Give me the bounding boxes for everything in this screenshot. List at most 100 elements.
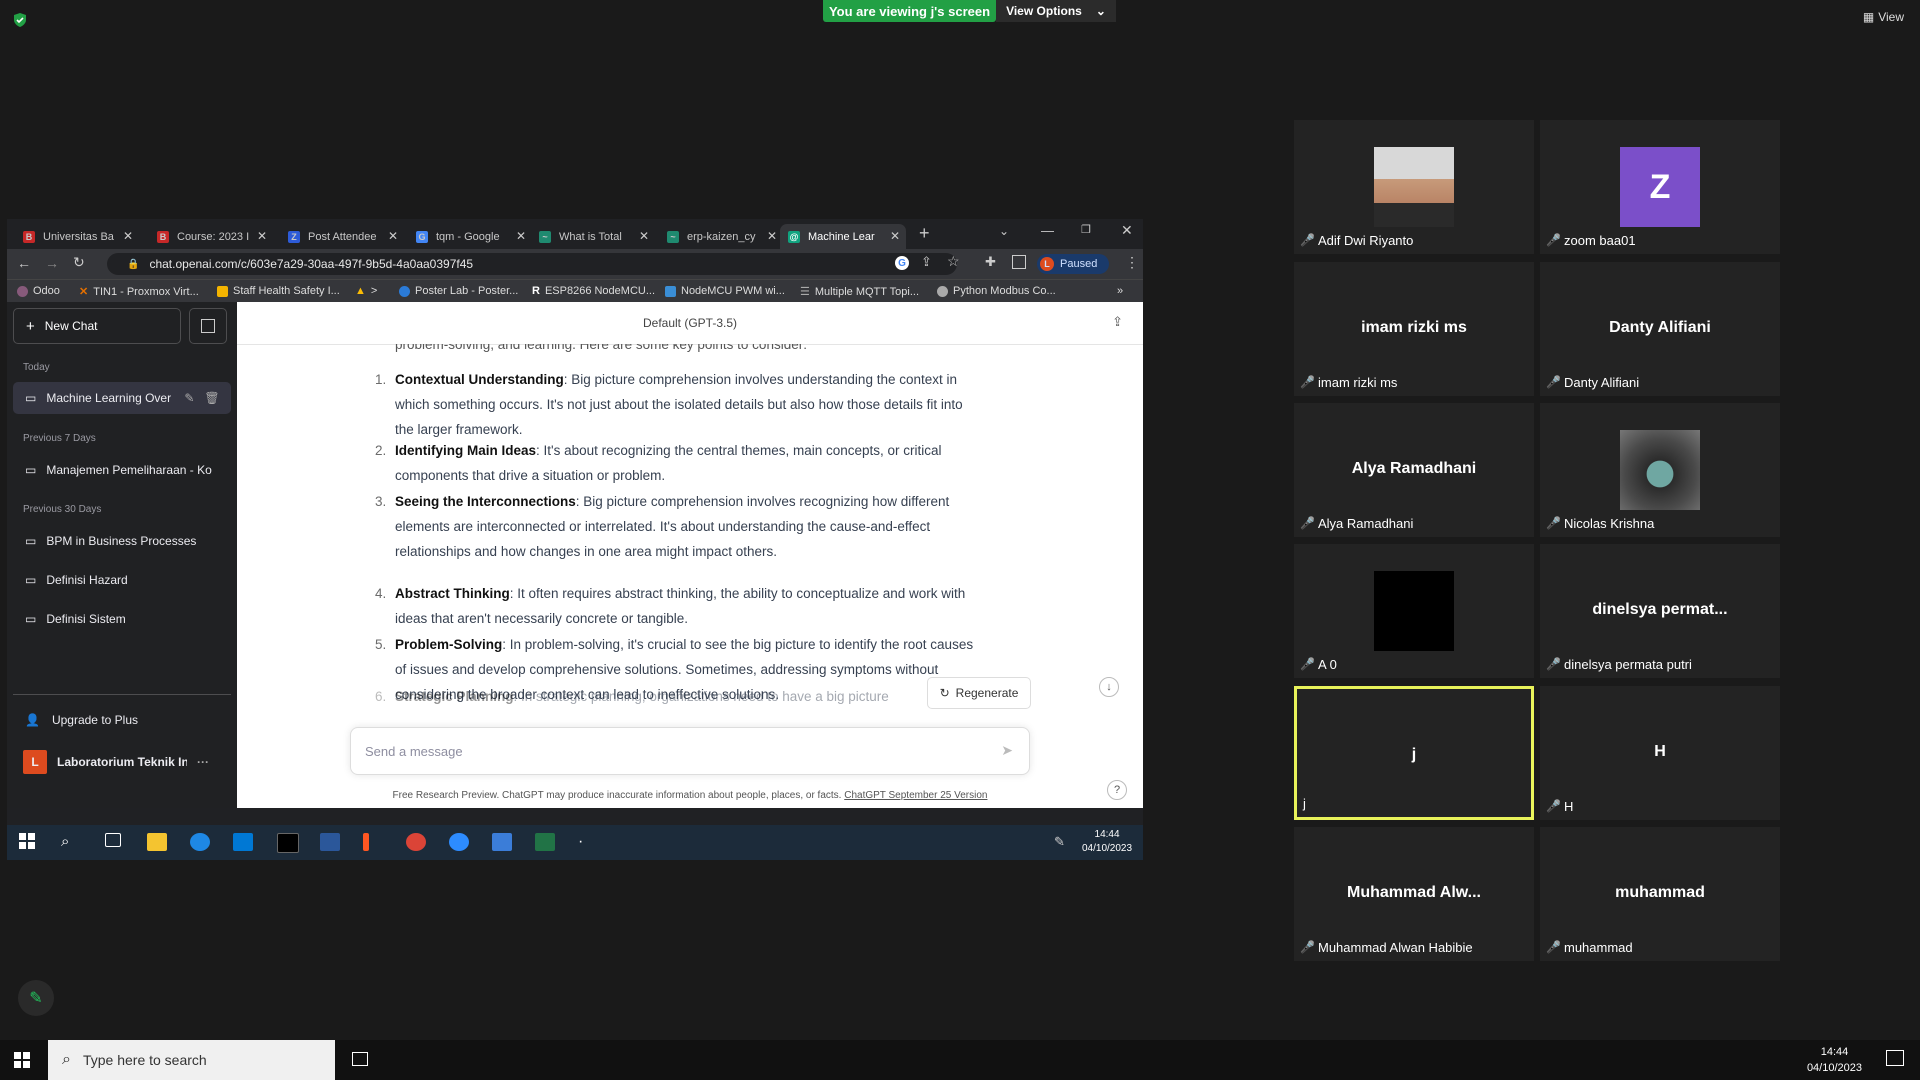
bookmark-staff-health[interactable]: Staff Health Safety I...	[217, 285, 340, 297]
task-view-icon[interactable]	[105, 833, 121, 847]
tab-close-icon[interactable]: ✕	[639, 229, 649, 243]
security-shield-icon[interactable]	[12, 12, 28, 28]
history-item[interactable]: ▭ Definisi Hazard	[13, 564, 231, 596]
chrome-icon[interactable]	[406, 833, 426, 851]
participant-tile[interactable]: H 🎤 H	[1540, 686, 1780, 820]
forward-icon[interactable]: →	[45, 255, 59, 271]
regenerate-button[interactable]: ↻ Regenerate	[927, 677, 1031, 709]
new-tab-button[interactable]: +	[919, 223, 930, 244]
history-item[interactable]: ▭ BPM in Business Processes	[13, 525, 231, 557]
restore-icon[interactable]: ❐	[1081, 223, 1091, 236]
sidepanel-icon[interactable]	[1012, 255, 1026, 269]
version-link[interactable]: ChatGPT September 25 Version	[844, 790, 987, 801]
participant-tile[interactable]: Z 🎤 zoom baa01	[1540, 120, 1780, 254]
browser-tab[interactable]: Gtqm - Google ✕	[408, 224, 532, 249]
window-close-icon[interactable]: ✕	[1121, 222, 1133, 239]
help-button[interactable]: ?	[1107, 780, 1127, 800]
participant-tile[interactable]: 🎤 A 0	[1294, 544, 1534, 678]
trash-icon[interactable]: 🗑	[204, 391, 219, 405]
participant-tile[interactable]: 🎤 Nicolas Krishna	[1540, 403, 1780, 537]
participant-tile[interactable]: Alya Ramadhani 🎤 Alya Ramadhani	[1294, 403, 1534, 537]
send-icon[interactable]: ➤	[1001, 742, 1013, 759]
bookmark-proxmox[interactable]: ✕ TIN1 - Proxmox Virt...	[79, 285, 199, 299]
taskbar-search-input[interactable]: ⌕ Type here to search	[48, 1040, 335, 1080]
app-icon[interactable]	[363, 833, 369, 851]
history-item[interactable]: ▭ Machine Learning Over ✎ 🗑	[13, 382, 231, 414]
browser-tab[interactable]: ~ What is Total ✕	[531, 224, 655, 249]
participant-tile[interactable]: jj	[1294, 686, 1534, 820]
browser-tab[interactable]: B Universitas Ba ✕	[15, 224, 139, 249]
bookmark-drive[interactable]: ▲ >	[355, 285, 377, 297]
google-icon[interactable]: G	[895, 256, 909, 270]
extensions-icon[interactable]: ✚	[985, 254, 996, 270]
pen-icon[interactable]: ✎	[1054, 834, 1065, 850]
upgrade-button[interactable]: 👤 Upgrade to Plus	[13, 704, 243, 736]
store-icon[interactable]	[233, 833, 253, 851]
bookmark-odoo[interactable]: Odoo	[17, 285, 60, 297]
minimize-icon[interactable]: —	[1041, 223, 1054, 238]
bookmark-modbus[interactable]: Python Modbus Co...	[937, 285, 1056, 297]
message-input[interactable]: Send a message ➤	[350, 727, 1030, 775]
bookmark-esp8266[interactable]: R ESP8266 NodeMCU...	[532, 285, 655, 297]
windows-start-icon[interactable]	[14, 1052, 30, 1073]
more-bookmarks-icon[interactable]: »	[1117, 285, 1123, 297]
history-item[interactable]: ▭ Manajemen Pemeliharaan - Ko	[13, 454, 231, 486]
participant-tile[interactable]: dinelsya permat... 🎤 dinelsya permata putr…	[1540, 544, 1780, 678]
tab-close-icon[interactable]: ✕	[890, 229, 900, 243]
tab-close-icon[interactable]: ✕	[767, 229, 777, 243]
browser-tab[interactable]: Z Post Attendee ✕	[280, 224, 404, 249]
user-menu[interactable]: L Laboratorium Teknik In ···	[13, 744, 241, 780]
back-icon[interactable]: ←	[17, 255, 31, 271]
url-field[interactable]: 🔒 chat.openai.com/c/603e7a29-30aa-497f-9…	[107, 253, 957, 275]
share-chat-icon[interactable]: ⇪	[1112, 314, 1123, 330]
participant-name: Danty Alifiani	[1564, 375, 1640, 390]
bookmark-poster-lab[interactable]: Poster Lab - Poster...	[399, 285, 518, 297]
notification-icon[interactable]	[1886, 1050, 1904, 1066]
browser-tab[interactable]: B Course: 2023 I ✕	[149, 224, 273, 249]
tab-close-icon[interactable]: ✕	[123, 229, 133, 243]
participant-tile[interactable]: imam rizki ms 🎤 imam rizki ms	[1294, 262, 1534, 396]
share-icon[interactable]: ⇪	[921, 254, 932, 270]
disclaimer-text: Free Research Preview. ChatGPT may produ…	[392, 790, 842, 801]
view-options-button[interactable]: View Options ⌄	[996, 0, 1116, 22]
star-icon[interactable]: ☆	[947, 253, 960, 270]
search-icon[interactable]: ⌕	[61, 833, 81, 851]
participant-tile[interactable]: Muhammad Alw... 🎤 Muhammad Alwan Habibie	[1294, 827, 1534, 961]
bookmark-mqtt[interactable]: ☰ Multiple MQTT Topi...	[800, 285, 919, 299]
list-item-title: Identifying Main Ideas	[395, 443, 537, 458]
browser-tab[interactable]: @ Machine Lear ✕	[780, 224, 906, 249]
edge-icon[interactable]	[190, 833, 210, 851]
shared-screen: B Universitas Ba ✕ B Course: 2023 I ✕ Z Post At…	[7, 219, 1143, 860]
tab-close-icon[interactable]: ✕	[257, 229, 267, 243]
menu-dots-icon[interactable]: ⋮	[1125, 254, 1139, 271]
profile-button[interactable]: L Paused	[1037, 254, 1109, 274]
bookmark-nodemcu[interactable]: NodeMCU PWM wi...	[665, 285, 785, 297]
participant-tile[interactable]: muhammad 🎤 muhammad	[1540, 827, 1780, 961]
zoom-icon[interactable]	[449, 833, 469, 851]
task-view-icon[interactable]	[352, 1052, 368, 1066]
annotate-pencil-button[interactable]: ✎	[18, 980, 54, 1016]
scroll-down-button[interactable]: ↓	[1099, 677, 1119, 697]
reload-icon[interactable]: ↻	[73, 254, 85, 271]
tab-search-icon[interactable]: ⌄	[999, 224, 1009, 238]
participant-name: Alya Ramadhani	[1318, 516, 1414, 531]
new-chat-button[interactable]: + New Chat	[13, 308, 181, 344]
edit-icon[interactable]: ✎	[184, 391, 194, 405]
tab-close-icon[interactable]: ✕	[388, 229, 398, 243]
windows-start-icon[interactable]	[19, 833, 39, 851]
sidebar-toggle-button[interactable]	[189, 308, 227, 344]
view-button[interactable]: ▦ View	[1863, 10, 1904, 24]
app-icon[interactable]	[492, 833, 512, 851]
participant-tile[interactable]: Danty Alifiani 🎤 Danty Alifiani	[1540, 262, 1780, 396]
excel-icon[interactable]	[535, 833, 555, 851]
browser-tab[interactable]: ~ erp-kaizen_cy ✕	[659, 224, 783, 249]
tab-close-icon[interactable]: ✕	[516, 229, 526, 243]
word-icon[interactable]	[320, 833, 340, 851]
terminal-icon[interactable]	[277, 833, 299, 853]
history-item[interactable]: ▭ Definisi Sistem	[13, 603, 231, 635]
more-apps-icon[interactable]: ·	[578, 833, 598, 851]
participant-display-name: Danty Alifiani	[1609, 319, 1711, 336]
participant-tile[interactable]: 🎤 Adif Dwi Riyanto	[1294, 120, 1534, 254]
more-dots-icon[interactable]: ···	[197, 755, 209, 769]
file-explorer-icon[interactable]	[147, 833, 167, 851]
